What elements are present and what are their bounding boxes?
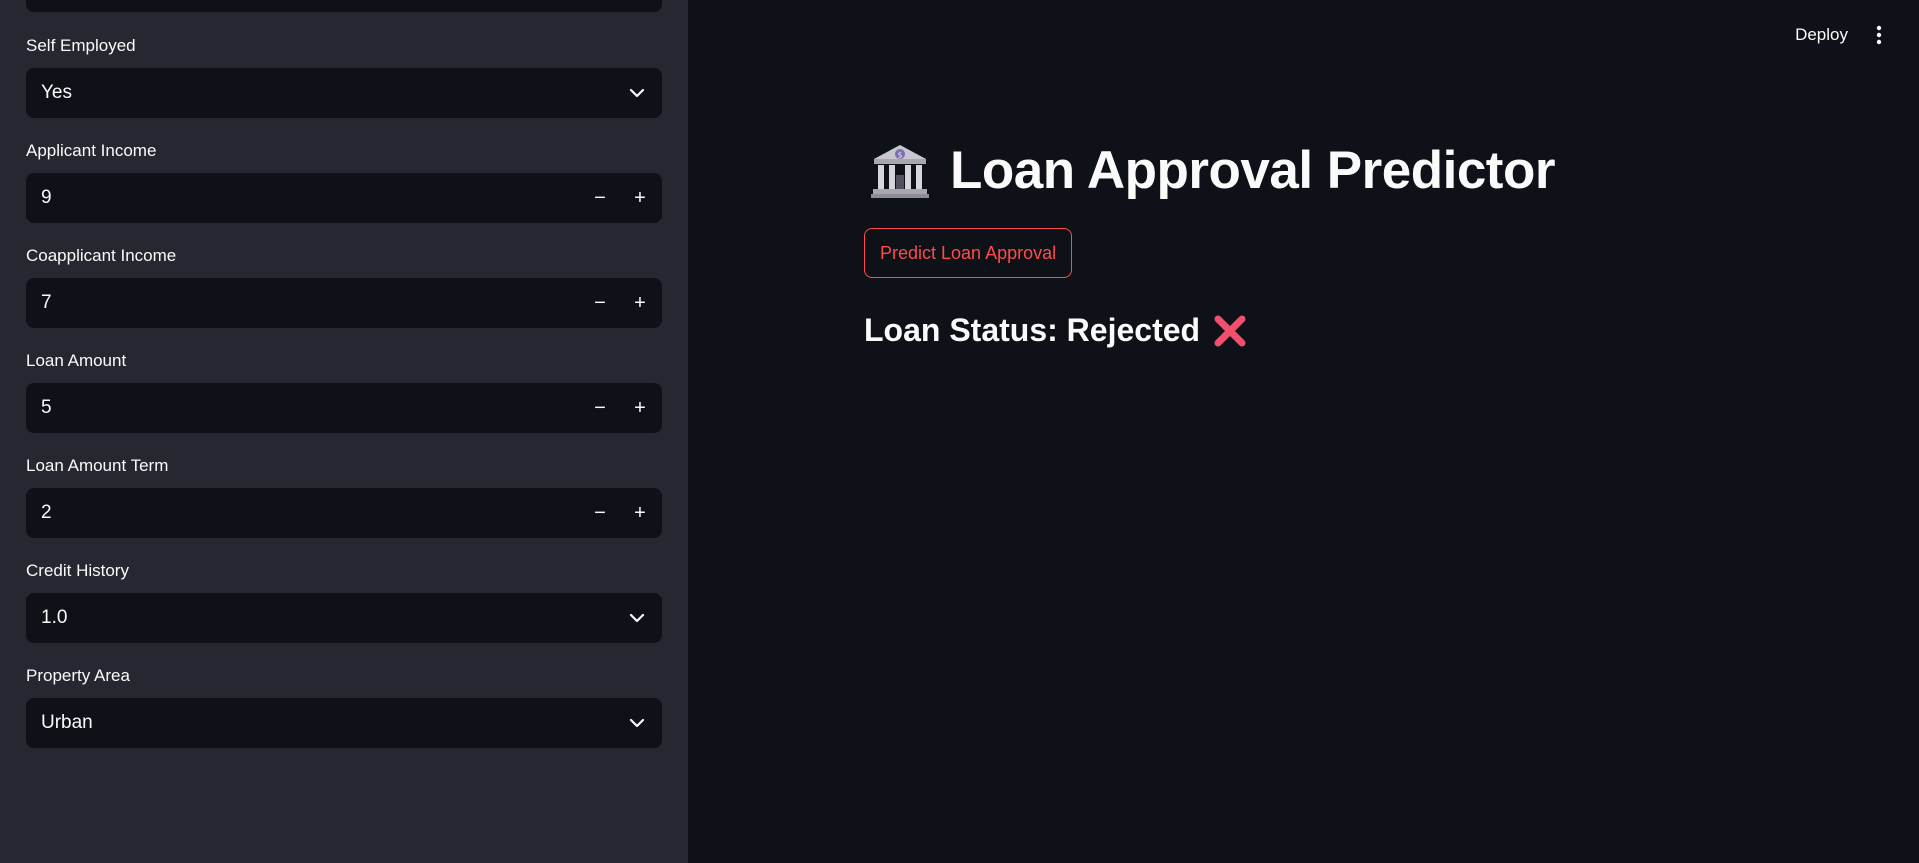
field-loan-amount-term: Loan Amount Term 2 − +: [26, 454, 662, 538]
deploy-button[interactable]: Deploy: [1795, 22, 1848, 48]
field-label: Coapplicant Income: [26, 246, 177, 265]
bank-icon: $: [870, 141, 930, 201]
title-row: $ Loan Approval Predictor: [870, 140, 1555, 201]
select-value: Urban: [41, 712, 93, 733]
decrement-button[interactable]: −: [580, 488, 620, 538]
scrolled-field[interactable]: [26, 0, 662, 12]
decrement-button[interactable]: −: [580, 173, 620, 223]
input-value[interactable]: 2: [41, 502, 580, 524]
svg-text:$: $: [897, 150, 902, 159]
field-label: Property Area: [26, 666, 130, 685]
predict-loan-approval-button[interactable]: Predict Loan Approval: [864, 228, 1073, 278]
loan-status-text: Loan Status: Rejected: [864, 312, 1201, 348]
input-value[interactable]: 5: [41, 397, 580, 419]
loan-status: Loan Status: Rejected: [864, 312, 1248, 349]
loan-amount-input[interactable]: 5 − +: [26, 383, 662, 433]
input-value[interactable]: 9: [41, 187, 580, 209]
field-label: Applicant Income: [26, 141, 157, 160]
input-value[interactable]: 7: [41, 292, 580, 314]
applicant-income-input[interactable]: 9 − +: [26, 173, 662, 223]
field-label: Self Employed: [26, 36, 136, 55]
select-value: 1.0: [41, 607, 68, 628]
field-credit-history: Credit History 1.0: [26, 559, 662, 643]
coapplicant-income-input[interactable]: 7 − +: [26, 278, 662, 328]
kebab-menu-icon[interactable]: [1869, 22, 1889, 48]
decrement-button[interactable]: −: [580, 383, 620, 433]
select-value: Yes: [41, 82, 72, 103]
property-area-select[interactable]: Urban: [26, 698, 662, 748]
increment-button[interactable]: +: [620, 173, 660, 223]
chevron-down-icon[interactable]: [612, 68, 662, 118]
field-label: Loan Amount: [26, 351, 127, 370]
page-title: Loan Approval Predictor: [950, 141, 1555, 200]
chevron-down-icon[interactable]: [612, 593, 662, 643]
increment-button[interactable]: +: [620, 383, 660, 433]
cross-mark-icon: [1212, 313, 1248, 349]
field-applicant-income: Applicant Income 9 − +: [26, 139, 662, 223]
field-loan-amount: Loan Amount 5 − +: [26, 349, 662, 433]
main-content: Deploy $ Loan Approval Predictor Predict…: [688, 0, 1919, 863]
loan-amount-term-input[interactable]: 2 − +: [26, 488, 662, 538]
app-root: Self Employed Yes Applicant Income 9 − +…: [0, 0, 1919, 863]
chevron-down-icon[interactable]: [612, 698, 662, 748]
self-employed-select[interactable]: Yes: [26, 68, 662, 118]
field-coapplicant-income: Coapplicant Income 7 − +: [26, 244, 662, 328]
decrement-button[interactable]: −: [580, 278, 620, 328]
field-label: Credit History: [26, 561, 129, 580]
increment-button[interactable]: +: [620, 278, 660, 328]
credit-history-select[interactable]: 1.0: [26, 593, 662, 643]
sidebar: Self Employed Yes Applicant Income 9 − +…: [0, 0, 688, 863]
increment-button[interactable]: +: [620, 488, 660, 538]
field-self-employed: Self Employed Yes: [26, 34, 662, 118]
field-property-area: Property Area Urban: [26, 664, 662, 748]
field-label: Loan Amount Term: [26, 456, 169, 475]
